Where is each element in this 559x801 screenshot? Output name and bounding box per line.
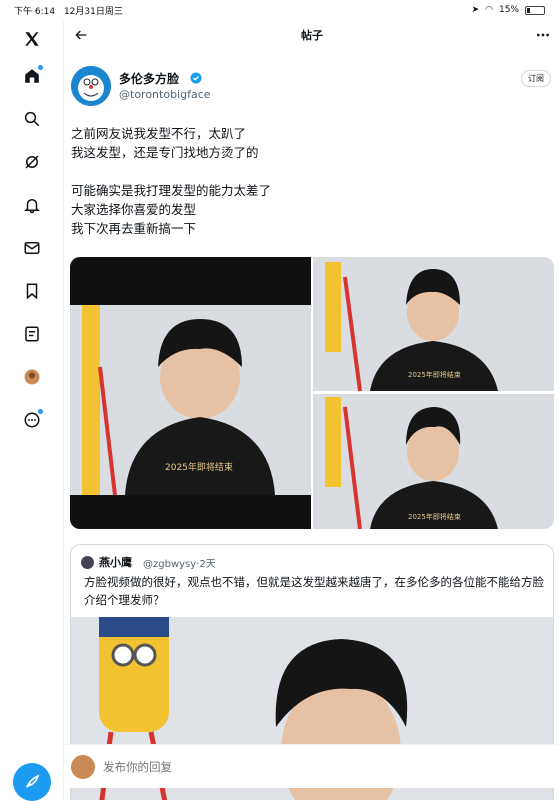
profile-avatar-icon[interactable] bbox=[0, 362, 64, 392]
status-bar: 下午 6:14 12月31日周三 ➤ ◠ 15% bbox=[0, 0, 559, 20]
more-options-icon[interactable] bbox=[535, 27, 551, 43]
search-icon[interactable] bbox=[0, 104, 64, 134]
post-image-2[interactable]: 2025年即将结束 bbox=[313, 257, 554, 392]
page-title: 帖子 bbox=[301, 29, 323, 42]
mail-icon[interactable] bbox=[0, 233, 64, 263]
quote-author-name[interactable]: 燕小鹰 bbox=[99, 554, 132, 570]
wifi-icon: ◠ bbox=[485, 5, 493, 15]
status-time: 下午 6:14 bbox=[14, 6, 56, 17]
feather-icon bbox=[26, 774, 40, 788]
home-notification-dot bbox=[38, 65, 43, 70]
quote-text: 方脸视频做的很好，观点也不错，但就是这发型越来越唐了，在多伦多的各位能不能给方脸… bbox=[84, 575, 544, 607]
back-arrow-icon[interactable] bbox=[73, 27, 89, 43]
post-media-grid: 2025年即将结束 2025年即将结束 2025年即将结束 bbox=[70, 257, 554, 529]
post-image-1[interactable]: 2025年即将结束 bbox=[70, 257, 311, 529]
author-handle[interactable]: @torontobigface bbox=[119, 88, 211, 101]
battery-percent: 15% bbox=[498, 5, 519, 15]
bookmark-icon[interactable] bbox=[0, 276, 64, 306]
home-icon[interactable] bbox=[0, 61, 64, 91]
verified-badge-icon bbox=[190, 72, 202, 84]
post-image-caption: 2025年即将结束 bbox=[408, 512, 461, 521]
reply-bar bbox=[65, 744, 559, 788]
author-name[interactable]: 多伦多方脸 bbox=[119, 70, 179, 87]
battery-icon bbox=[525, 5, 545, 15]
quote-author-avatar[interactable] bbox=[81, 556, 94, 569]
more-notification-dot bbox=[38, 409, 43, 414]
post-header: 帖子 bbox=[65, 20, 559, 50]
bell-icon[interactable] bbox=[0, 190, 64, 220]
reply-input[interactable] bbox=[103, 753, 547, 781]
compose-button[interactable] bbox=[13, 763, 51, 801]
post-image-caption: 2025年即将结束 bbox=[408, 370, 461, 379]
list-icon[interactable] bbox=[0, 319, 64, 349]
main-column: 帖子 多伦多方脸 @torontobigface 订阅 之前网友说我发型不行，太… bbox=[65, 20, 559, 800]
location-icon: ➤ bbox=[471, 5, 480, 15]
post-text: 之前网友说我发型不行，太趴了 我这发型，还是专门找地方烫了的 可能确实是我打理发… bbox=[71, 126, 272, 236]
status-date: 12月31日周三 bbox=[63, 6, 123, 17]
sidebar bbox=[0, 20, 64, 801]
post-image-caption: 2025年即将结束 bbox=[165, 461, 233, 473]
post-author: 多伦多方脸 @torontobigface 订阅 bbox=[71, 66, 551, 111]
post-image-3[interactable]: 2025年即将结束 bbox=[313, 394, 554, 529]
x-logo-icon[interactable] bbox=[0, 24, 64, 54]
quote-author-handle: @zgbwysy·2天 bbox=[143, 559, 216, 570]
author-avatar[interactable] bbox=[71, 66, 111, 106]
subscribe-button[interactable]: 订阅 bbox=[521, 70, 551, 87]
more-icon[interactable] bbox=[0, 405, 64, 435]
reply-user-avatar bbox=[71, 755, 95, 779]
grok-icon[interactable] bbox=[0, 147, 64, 177]
